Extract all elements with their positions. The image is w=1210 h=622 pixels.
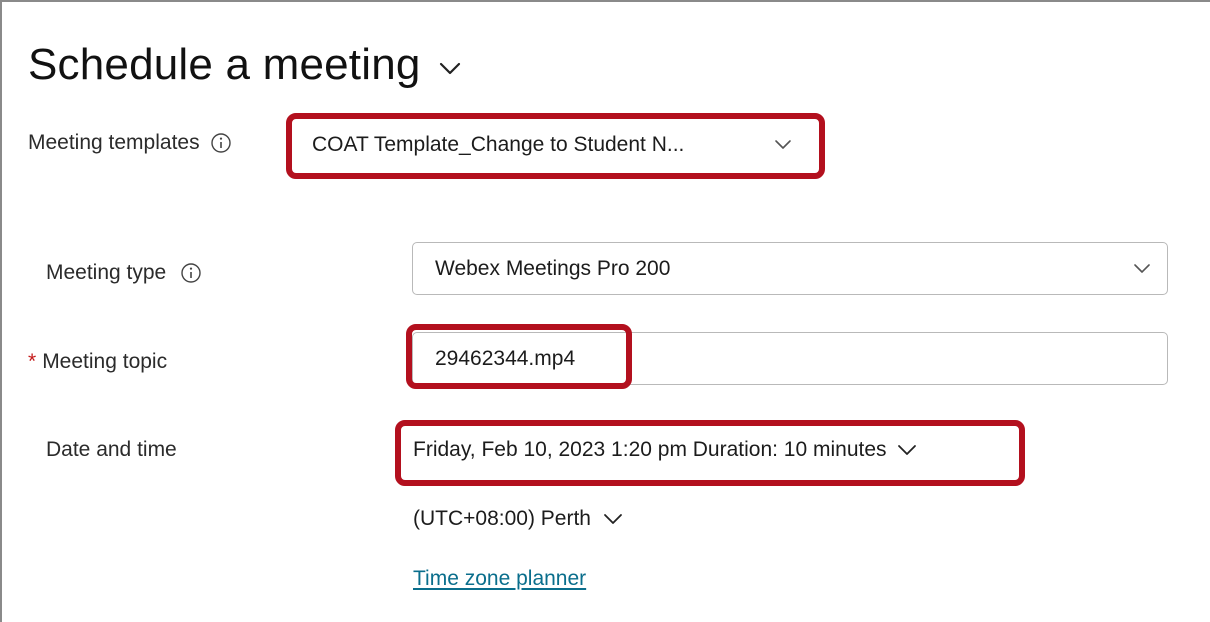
- meeting-template-select[interactable]: COAT Template_Change to Student N...: [296, 122, 814, 168]
- timezone-select[interactable]: (UTC+08:00) Perth: [413, 507, 623, 531]
- info-icon[interactable]: [180, 262, 202, 284]
- meeting-type-select[interactable]: Webex Meetings Pro 200: [412, 242, 1168, 295]
- chevron-down-icon: [897, 445, 916, 455]
- meeting-topic-label: * Meeting topic: [28, 350, 168, 373]
- date-time-select[interactable]: Friday, Feb 10, 2023 1:20 pm Duration: 1…: [413, 438, 917, 462]
- chevron-down-icon[interactable]: [439, 62, 461, 76]
- meeting-topic-input[interactable]: 29462344.mp4: [412, 332, 1168, 385]
- info-icon[interactable]: [210, 132, 232, 154]
- meeting-templates-label: Meeting templates: [28, 131, 232, 155]
- page-title: Schedule a meeting: [28, 40, 421, 89]
- meeting-type-label: Meeting type: [46, 261, 202, 285]
- required-marker: *: [28, 350, 37, 373]
- chevron-down-icon: [1134, 263, 1150, 273]
- time-zone-planner-link[interactable]: Time zone planner: [413, 567, 586, 591]
- page-title-row[interactable]: Schedule a meeting: [28, 40, 461, 90]
- chevron-down-icon: [604, 514, 622, 524]
- date-time-label: Date and time: [46, 438, 177, 461]
- chevron-down-icon: [775, 140, 791, 149]
